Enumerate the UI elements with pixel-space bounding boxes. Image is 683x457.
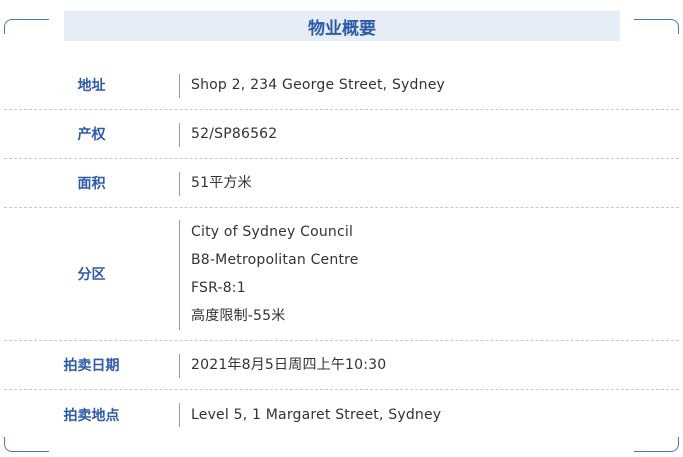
column-divider <box>179 403 180 427</box>
summary-table: 地址 Shop 2, 234 George Street, Sydney 产权 … <box>4 61 679 439</box>
row-value: Shop 2, 234 George Street, Sydney <box>179 61 679 109</box>
value-line: Shop 2, 234 George Street, Sydney <box>191 77 445 93</box>
table-row-zoning: 分区 City of Sydney Council B8-Metropolita… <box>4 208 679 341</box>
value-line: 51平方米 <box>191 175 252 191</box>
title-bar: 物业概要 <box>64 11 620 41</box>
value-line: B8-Metropolitan Centre <box>191 252 359 268</box>
property-summary-card: 物业概要 地址 Shop 2, 234 George Street, Sydne… <box>0 0 683 457</box>
row-label: 分区 <box>77 267 106 283</box>
column-divider <box>179 123 180 147</box>
column-divider <box>179 220 180 330</box>
table-row-title: 产权 52/SP86562 <box>4 110 679 159</box>
value-line: City of Sydney Council <box>191 224 354 240</box>
section-title: 物业概要 <box>308 18 376 39</box>
corner-decoration-top-right <box>634 19 679 34</box>
row-label: 面积 <box>77 176 106 192</box>
row-label: 产权 <box>77 127 106 143</box>
row-label: 拍卖地点 <box>63 407 120 424</box>
table-row-auction-date: 拍卖日期 2021年8月5日周四上午10:30 <box>4 341 679 390</box>
corner-decoration-bottom-left <box>4 437 49 452</box>
table-row-area: 面积 51平方米 <box>4 159 679 208</box>
table-row-auction-venue: 拍卖地点 Level 5, 1 Margaret Street, Sydney <box>4 390 679 439</box>
table-row-address: 地址 Shop 2, 234 George Street, Sydney <box>4 61 679 110</box>
value-line: FSR-8:1 <box>191 280 246 296</box>
value-line: Level 5, 1 Margaret Street, Sydney <box>191 406 442 423</box>
column-divider <box>179 74 180 98</box>
row-label: 地址 <box>77 78 106 94</box>
corner-decoration-bottom-right <box>634 437 679 452</box>
column-divider <box>179 172 180 196</box>
row-value: 2021年8月5日周四上午10:30 <box>179 341 679 389</box>
row-value: City of Sydney Council B8-Metropolitan C… <box>179 208 679 340</box>
column-divider <box>179 354 180 378</box>
value-line: 高度限制-55米 <box>191 308 286 324</box>
corner-decoration-top-left <box>4 19 49 34</box>
row-label: 拍卖日期 <box>63 358 120 374</box>
row-value: 52/SP86562 <box>179 110 679 158</box>
value-line: 52/SP86562 <box>191 126 278 142</box>
value-line: 2021年8月5日周四上午10:30 <box>191 357 387 373</box>
row-value: 51平方米 <box>179 159 679 207</box>
row-value: Level 5, 1 Margaret Street, Sydney <box>179 390 679 439</box>
